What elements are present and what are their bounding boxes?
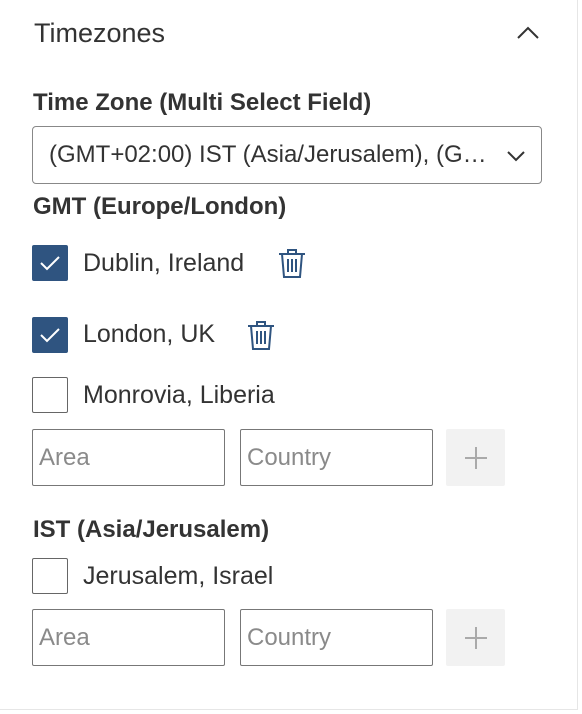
trash-icon[interactable] [246, 319, 276, 351]
checkbox-london[interactable] [32, 317, 68, 353]
checkbox-monrovia[interactable] [32, 377, 68, 413]
group-title-gmt: GMT (Europe/London) [33, 193, 287, 220]
time-zone-select-value: (GMT+02:00) IST (Asia/Jerusalem), (GMT+0… [49, 141, 489, 168]
section-title: Timezones [34, 18, 166, 48]
area-input[interactable] [32, 429, 225, 486]
country-input[interactable] [240, 429, 433, 486]
add-location-button[interactable] [446, 609, 505, 666]
timezones-panel: Timezones Time Zone (Multi Select Field)… [0, 0, 578, 710]
collapse-button[interactable] [510, 20, 546, 46]
location-label-monrovia: Monrovia, Liberia [83, 381, 275, 409]
checkmark-icon [40, 328, 60, 343]
time-zone-select[interactable]: (GMT+02:00) IST (Asia/Jerusalem), (GMT+0… [32, 126, 542, 184]
chevron-down-icon [507, 151, 525, 162]
area-input[interactable] [32, 609, 225, 666]
location-label-jerusalem: Jerusalem, Israel [83, 562, 274, 590]
location-label-london: London, UK [83, 320, 216, 348]
country-input[interactable] [240, 609, 433, 666]
trash-icon[interactable] [277, 247, 307, 279]
checkbox-jerusalem[interactable] [32, 558, 68, 594]
checkbox-dublin[interactable] [32, 245, 68, 281]
location-label-dublin: Dublin, Ireland [83, 249, 245, 277]
group-title-ist: IST (Asia/Jerusalem) [33, 516, 270, 543]
chevron-up-icon [517, 26, 539, 39]
checkmark-icon [40, 256, 60, 271]
plus-icon [464, 446, 487, 469]
add-location-button[interactable] [446, 429, 505, 486]
plus-icon [464, 626, 487, 649]
time-zone-field-label: Time Zone (Multi Select Field) [33, 89, 372, 116]
